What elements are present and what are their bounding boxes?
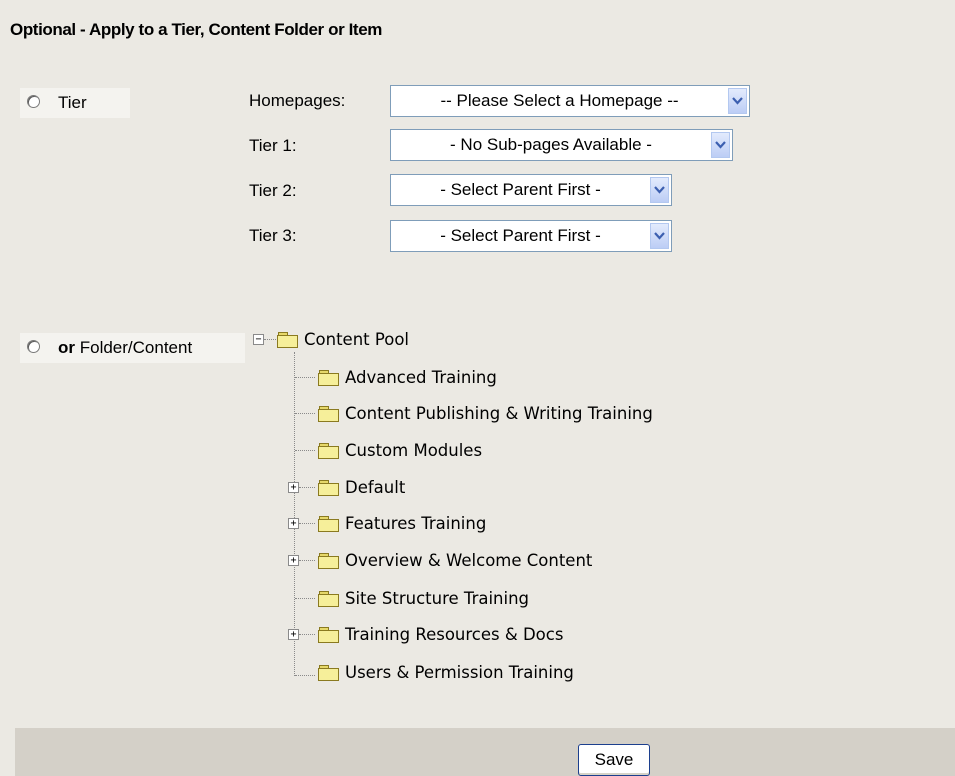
folder-icon <box>318 515 339 532</box>
folder-icon <box>318 369 339 386</box>
tree-item-label: Overview & Welcome Content <box>345 550 593 570</box>
tree-item-label: Training Resources & Docs <box>345 624 564 644</box>
tree-item-label: Features Training <box>345 513 487 533</box>
minus-collapser-icon[interactable]: − <box>253 334 264 345</box>
folder-icon <box>318 626 339 643</box>
plus-expander-icon[interactable]: + <box>288 629 299 640</box>
footer-bar <box>15 728 955 776</box>
folder-icon <box>318 552 339 569</box>
folder-radio-cell: or Folder/Content <box>20 333 245 363</box>
folder-icon <box>318 479 339 496</box>
tree-root-content-pool[interactable]: Content Pool <box>277 327 409 351</box>
plus-expander-icon[interactable]: + <box>288 482 299 493</box>
tier2-select[interactable]: - Select Parent First - <box>390 174 672 206</box>
tree-item-label: Site Structure Training <box>345 588 530 608</box>
folder-content-text: Folder/Content <box>79 338 193 357</box>
homepages-label: Homepages: <box>249 91 346 110</box>
tree-item-training-resources[interactable]: Training Resources & Docs <box>318 622 563 646</box>
folder-content-label: or Folder/Content <box>58 338 192 358</box>
folder-icon <box>318 405 339 422</box>
plus-expander-icon[interactable]: + <box>288 555 299 566</box>
tier-radio[interactable] <box>27 95 40 108</box>
tier3-label: Tier 3: <box>249 226 297 245</box>
tree-item-users-permission[interactable]: Users & Permission Training <box>318 660 574 684</box>
tree-item-label: Default <box>345 477 406 497</box>
homepages-select[interactable]: -- Please Select a Homepage -- <box>390 85 750 117</box>
folder-content-or: or <box>58 338 75 357</box>
tier-radio-cell: Tier <box>20 88 130 118</box>
chevron-down-icon[interactable] <box>650 223 669 249</box>
tree-item-advanced-training[interactable]: Advanced Training <box>318 365 497 389</box>
plus-expander-icon[interactable]: + <box>288 518 299 529</box>
tier2-label: Tier 2: <box>249 181 297 200</box>
tree-item-label: Content Publishing & Writing Training <box>345 403 653 423</box>
chevron-down-icon[interactable] <box>711 132 730 158</box>
section-heading: Optional - Apply to a Tier, Content Fold… <box>10 20 382 39</box>
tier2-select-value: - Select Parent First - <box>440 180 601 199</box>
tree-item-content-publishing[interactable]: Content Publishing & Writing Training <box>318 401 653 425</box>
tier1-select[interactable]: - No Sub-pages Available - <box>390 129 733 161</box>
tree-item-features-training[interactable]: Features Training <box>318 511 486 535</box>
tier3-select[interactable]: - Select Parent First - <box>390 220 672 252</box>
tree-item-label: Custom Modules <box>345 440 483 460</box>
chevron-down-icon[interactable] <box>728 88 747 114</box>
tier1-label: Tier 1: <box>249 136 297 155</box>
homepages-select-value: -- Please Select a Homepage -- <box>440 91 679 110</box>
chevron-down-icon[interactable] <box>650 177 669 203</box>
folder-icon <box>318 664 339 681</box>
tier-label: Tier <box>58 93 87 112</box>
folder-icon <box>318 590 339 607</box>
tree-item-label: Advanced Training <box>345 367 497 387</box>
tier1-select-value: - No Sub-pages Available - <box>450 135 652 154</box>
folder-content-radio[interactable] <box>27 340 40 353</box>
tree-item-overview-welcome[interactable]: Overview & Welcome Content <box>318 548 592 572</box>
tree-item-custom-modules[interactable]: Custom Modules <box>318 438 482 462</box>
save-button[interactable]: Save <box>578 744 650 776</box>
tier3-select-value: - Select Parent First - <box>440 226 601 245</box>
folder-open-icon <box>277 331 298 348</box>
tree-item-label: Users & Permission Training <box>345 662 574 682</box>
folder-icon <box>318 442 339 459</box>
tree-root-label: Content Pool <box>304 329 410 349</box>
tree-item-site-structure[interactable]: Site Structure Training <box>318 586 529 610</box>
tree-item-default[interactable]: Default <box>318 475 405 499</box>
